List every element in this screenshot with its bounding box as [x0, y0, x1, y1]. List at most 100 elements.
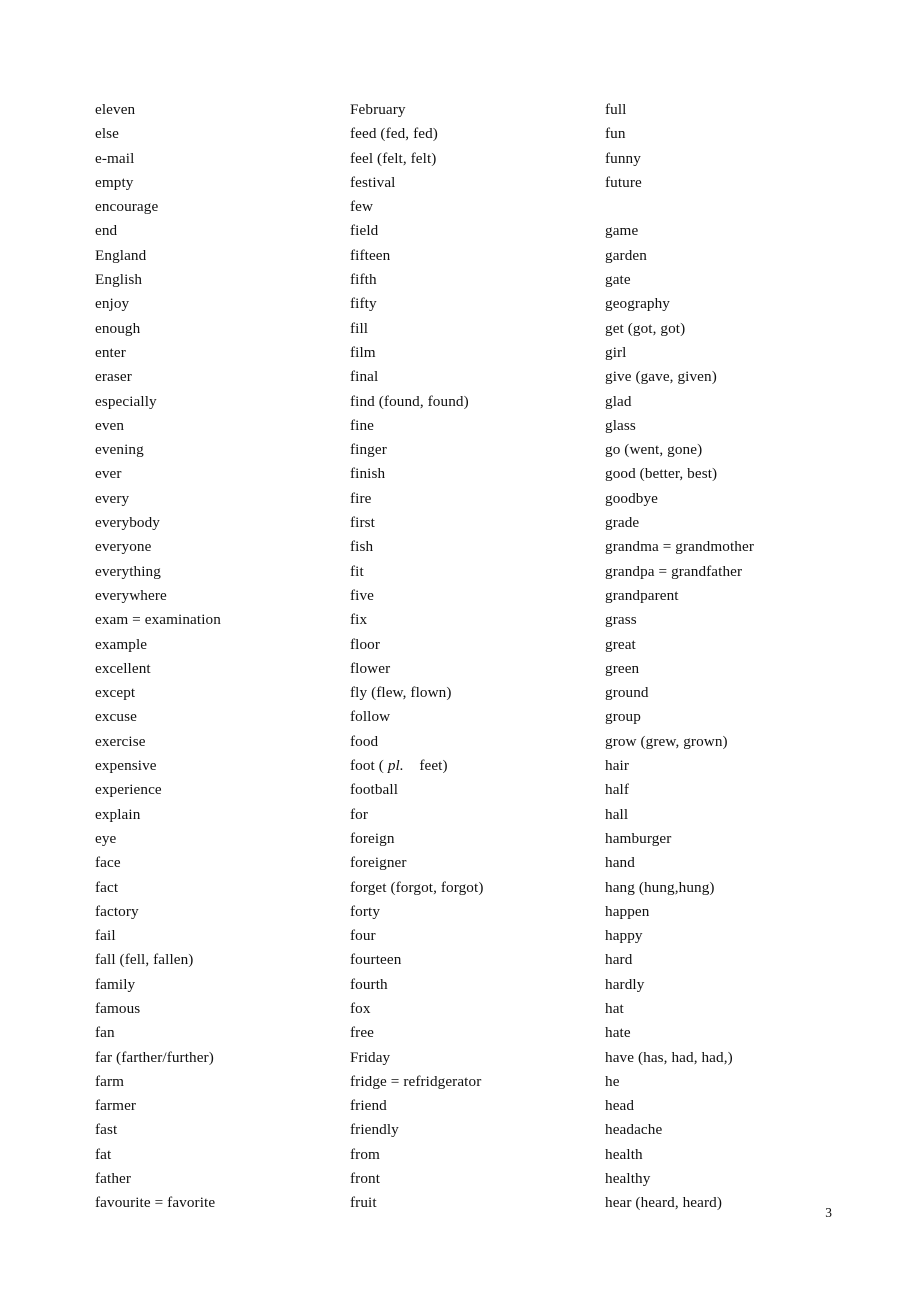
vocabulary-entry: enjoy — [95, 295, 130, 313]
vocabulary-entry: favourite = favorite — [95, 1194, 216, 1212]
vocabulary-entry: expensive — [95, 757, 157, 775]
vocabulary-entry: grandma = grandmother — [605, 538, 754, 556]
vocabulary-entry: fail — [95, 927, 116, 945]
vocabulary-entry: factory — [95, 902, 139, 920]
vocabulary-entry: foot ( pl. feet) — [350, 757, 448, 775]
vocabulary-entry: end — [95, 222, 118, 240]
vocabulary-entry: free — [350, 1024, 374, 1042]
vocabulary-entry: ever — [95, 465, 122, 483]
vocabulary-entry: finish — [350, 465, 386, 483]
vocabulary-entry: football — [350, 781, 399, 799]
vocabulary-entry: grandpa = grandfather — [605, 562, 743, 580]
vocabulary-entry: hate — [605, 1024, 631, 1042]
vocabulary-entry: fun — [605, 125, 626, 143]
vocabulary-entry: hamburger — [605, 829, 672, 847]
vocabulary-entry: father — [95, 1170, 132, 1188]
vocabulary-entry: film — [350, 343, 376, 361]
vocabulary-entry: go (went, gone) — [605, 441, 703, 459]
vocabulary-entry: February — [350, 101, 406, 118]
vocabulary-entry: green — [605, 659, 640, 677]
vocabulary-entry: everything — [95, 562, 161, 580]
vocabulary-entry: few — [350, 198, 374, 216]
vocabulary-entry: forty — [350, 902, 381, 920]
vocabulary-entry: fact — [95, 878, 119, 896]
vocabulary-entry: foreigner — [350, 854, 407, 872]
vocabulary-entry: friend — [350, 1097, 387, 1115]
vocabulary-entry: fruit — [350, 1194, 377, 1212]
vocabulary-entry: fifth — [350, 271, 377, 289]
vocabulary-entry: grow (grew, grown) — [605, 732, 728, 750]
page-number: 3 — [825, 1205, 832, 1220]
vocabulary-entry: glass — [605, 416, 636, 434]
vocabulary-entry: else — [95, 125, 120, 143]
vocabulary-entry: have (has, had, had,) — [605, 1048, 733, 1066]
plural-abbreviation: pl. — [387, 757, 404, 775]
vocabulary-entry: far (farther/further) — [95, 1048, 214, 1066]
vocabulary-entry: ground — [605, 684, 649, 702]
vocabulary-entry: from — [350, 1145, 380, 1163]
vocabulary-entry: empty — [95, 173, 134, 191]
vocabulary-entry: game — [605, 222, 639, 240]
vocabulary-entry: fly (flew, flown) — [350, 684, 452, 702]
vocabulary-entry: happen — [605, 902, 650, 920]
vocabulary-entry: eraser — [95, 368, 132, 386]
vocabulary-entry: except — [95, 684, 136, 702]
vocabulary-entry: forget (forgot, forgot) — [350, 878, 484, 896]
vocabulary-entry: exercise — [95, 732, 146, 750]
vocabulary-entry: half — [605, 781, 630, 799]
vocabulary-entry: funny — [605, 149, 641, 167]
vocabulary-entry: for — [350, 805, 369, 823]
vocabulary-column-3: full fun funny future game garden gate geograp… — [605, 98, 825, 1216]
vocabulary-entry: final — [350, 368, 379, 386]
vocabulary-entry: example — [95, 635, 148, 653]
vocabulary-entry: even — [95, 416, 125, 434]
vocabulary-entry: front — [350, 1170, 381, 1188]
vocabulary-entry: field — [350, 222, 379, 240]
vocabulary-entry: enter — [95, 343, 126, 361]
vocabulary-entry: five — [350, 586, 375, 604]
vocabulary-entry: fourteen — [350, 951, 402, 969]
vocabulary-entry: excellent — [95, 659, 151, 677]
vocabulary-entry: grass — [605, 611, 637, 629]
vocabulary-entry: four — [350, 927, 376, 945]
vocabulary-entry: future — [605, 173, 642, 191]
vocabulary-entry: everywhere — [95, 586, 167, 604]
vocabulary-entry: feed (fed, fed) — [350, 125, 438, 143]
vocabulary-entry: Friday — [350, 1048, 391, 1066]
vocabulary-entry: family — [95, 975, 136, 993]
vocabulary-entry: good (better, best) — [605, 465, 718, 483]
vocabulary-entry: enough — [95, 319, 141, 337]
vocabulary-entry: health — [605, 1145, 643, 1163]
vocabulary-entry: everybody — [95, 514, 161, 532]
vocabulary-entry: get (got, got) — [605, 319, 686, 337]
vocabulary-entry: encourage — [95, 198, 159, 216]
vocabulary-entry: floor — [350, 635, 381, 653]
vocabulary-entry: fridge = refridgerator — [350, 1072, 482, 1090]
vocabulary-entry: he — [605, 1072, 620, 1090]
vocabulary-entry: excuse — [95, 708, 137, 726]
vocabulary-entry: headache — [605, 1121, 663, 1139]
vocabulary-entry: hall — [605, 805, 629, 823]
vocabulary-entry: fast — [95, 1121, 118, 1139]
vocabulary-entry: hair — [605, 757, 630, 775]
vocabulary-entry: happy — [605, 927, 643, 945]
vocabulary-entry: glad — [605, 392, 632, 410]
vocabulary-entry: first — [350, 514, 375, 532]
vocabulary-entry: hat — [605, 999, 624, 1017]
vocabulary-entry: fine — [350, 416, 375, 434]
vocabulary-entry: English — [95, 271, 143, 289]
vocabulary-entry: give (gave, given) — [605, 368, 717, 386]
vocabulary-entry: England — [95, 246, 147, 264]
vocabulary-entry: finger — [350, 441, 387, 459]
vocabulary-entry: gate — [605, 271, 631, 289]
vocabulary-entry: fall (fell, fallen) — [95, 951, 194, 969]
vocabulary-entry: fish — [350, 538, 374, 556]
vocabulary-entry: fifteen — [350, 246, 391, 264]
vocabulary-entry: evening — [95, 441, 144, 459]
vocabulary-entry: everyone — [95, 538, 152, 556]
vocabulary-entry: fit — [350, 562, 364, 580]
vocabulary-entry: hang (hung,hung) — [605, 878, 715, 896]
vocabulary-entry: flower — [350, 659, 391, 677]
vocabulary-entry: eye — [95, 829, 117, 847]
vocabulary-entry: explain — [95, 805, 141, 823]
